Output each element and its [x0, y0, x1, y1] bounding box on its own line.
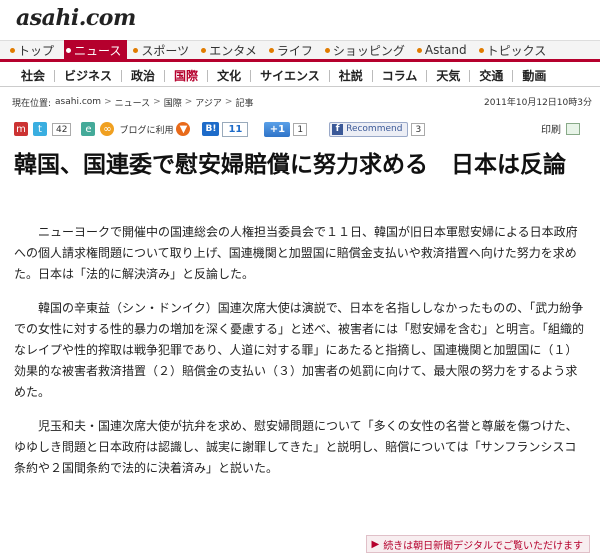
- breadcrumb-separator: >: [153, 97, 161, 107]
- topnav-item-top[interactable]: トップ: [8, 40, 60, 60]
- evernote-icon[interactable]: e: [81, 122, 96, 136]
- article-title: 韓国、国連委で慰安婦賠償に努力求める 日本は反論: [14, 152, 566, 178]
- blog-icon[interactable]: ∞: [100, 122, 115, 136]
- site-logo[interactable]: asahi.com: [16, 5, 136, 31]
- subnav-item-editorial[interactable]: 社説: [330, 69, 373, 82]
- bullet-icon: [66, 47, 72, 53]
- bullet-icon: [416, 47, 422, 53]
- social-bar: m t 42 e ∞ ブログに利用 ▼ B! 11 +1 1 f Recommen…: [14, 118, 594, 140]
- hatena-count: 11: [222, 121, 249, 137]
- topnav-item-life[interactable]: ライフ: [267, 40, 319, 60]
- site-header: asahi.com: [0, 0, 600, 40]
- print-button[interactable]: 印刷: [541, 121, 580, 136]
- gplus-count: 1: [293, 122, 308, 136]
- article-date: 2011年10月12日10時3分: [484, 98, 592, 108]
- facebook-icon: f: [332, 123, 344, 135]
- arrow-right-icon: ▶: [371, 538, 380, 550]
- print-label: 印刷: [541, 125, 561, 136]
- bullet-icon: [478, 47, 484, 53]
- topnav-item-topics[interactable]: トピックス: [477, 40, 553, 60]
- subnav-item-traffic[interactable]: 交通: [470, 69, 514, 82]
- breadcrumb-current: 記事: [235, 98, 254, 109]
- topnav-item-sports[interactable]: スポーツ: [131, 40, 195, 60]
- breadcrumb: 現在位置: asahi.com > ニュース > 国際 > アジア > 記事 2…: [12, 95, 592, 109]
- subnav-item-column[interactable]: コラム: [373, 69, 428, 82]
- read-more-button[interactable]: ▶ 続きは朝日新聞デジタルでご覧いただけます: [366, 535, 590, 553]
- article-body: ニューヨークで開催中の国連総会の人権担当委員会で１１日、韓国が旧日本軍慰安婦によ…: [14, 222, 586, 492]
- read-more-label: 続きは朝日新聞デジタルでご覧いただけます: [383, 540, 583, 552]
- hatena-bookmark-button[interactable]: B!: [202, 122, 220, 136]
- bullet-icon: [201, 47, 207, 53]
- subnav-item-weather[interactable]: 天気: [427, 69, 471, 82]
- subnav-item-business[interactable]: ビジネス: [55, 69, 123, 82]
- facebook-count: 3: [411, 122, 426, 136]
- breadcrumb-separator: >: [104, 97, 112, 107]
- twitter-count: 42: [52, 122, 72, 136]
- breadcrumb-link-news[interactable]: ニュース: [115, 96, 151, 109]
- article-paragraph: ニューヨークで開催中の国連総会の人権担当委員会で１１日、韓国が旧日本軍慰安婦によ…: [14, 225, 578, 281]
- breadcrumb-link-asia[interactable]: アジア: [195, 96, 222, 109]
- topnav-item-entame[interactable]: エンタメ: [199, 40, 263, 60]
- breadcrumb-link-international[interactable]: 国際: [164, 96, 182, 109]
- breadcrumb-label: 現在位置:: [12, 98, 52, 109]
- breadcrumb-separator: >: [184, 97, 193, 107]
- breadcrumb-link-home[interactable]: asahi.com: [55, 97, 101, 107]
- subnav-item-international[interactable]: 国際: [165, 69, 209, 82]
- breadcrumb-separator: >: [224, 97, 233, 107]
- blog-link[interactable]: ブログに利用: [119, 123, 173, 136]
- subnav-item-politics[interactable]: 政治: [122, 69, 166, 82]
- subnav-item-culture[interactable]: 文化: [208, 69, 252, 82]
- subnav-item-society[interactable]: 社会: [12, 69, 56, 82]
- bullet-icon: [268, 47, 274, 53]
- article-paragraph: 韓国の辛東益（シン・ドンイク）国連次席大使は演説で、日本を名指ししなかったものの…: [14, 301, 585, 399]
- gplus-button[interactable]: +1: [264, 121, 291, 137]
- top-nav: トップ ニュース スポーツ エンタメ ライフ ショッピング Astand トピッ…: [0, 40, 600, 62]
- twitter-icon[interactable]: t: [33, 122, 47, 136]
- topnav-item-shopping[interactable]: ショッピング: [323, 40, 411, 60]
- subnav-item-science[interactable]: サイエンス: [251, 69, 330, 82]
- mixi-icon[interactable]: m: [14, 122, 28, 136]
- bullet-icon: [10, 47, 15, 53]
- bullet-icon: [324, 47, 330, 53]
- comment-icon[interactable]: ▼: [176, 122, 191, 136]
- print-icon: [566, 122, 580, 135]
- sub-nav: 社会 ビジネス 政治 国際 文化 サイエンス 社説 コラム 天気 交通 動画: [0, 65, 600, 87]
- bullet-icon: [133, 47, 139, 53]
- facebook-recommend-button[interactable]: f Recommend: [329, 121, 409, 137]
- topnav-item-astand[interactable]: Astand: [415, 40, 473, 60]
- article-paragraph: 児玉和夫・国連次席大使が抗弁を求め、慰安婦問題について「多くの女性の名誉と尊厳を…: [14, 419, 578, 475]
- topnav-item-news[interactable]: ニュース: [64, 40, 128, 60]
- subnav-item-video[interactable]: 動画: [513, 70, 555, 82]
